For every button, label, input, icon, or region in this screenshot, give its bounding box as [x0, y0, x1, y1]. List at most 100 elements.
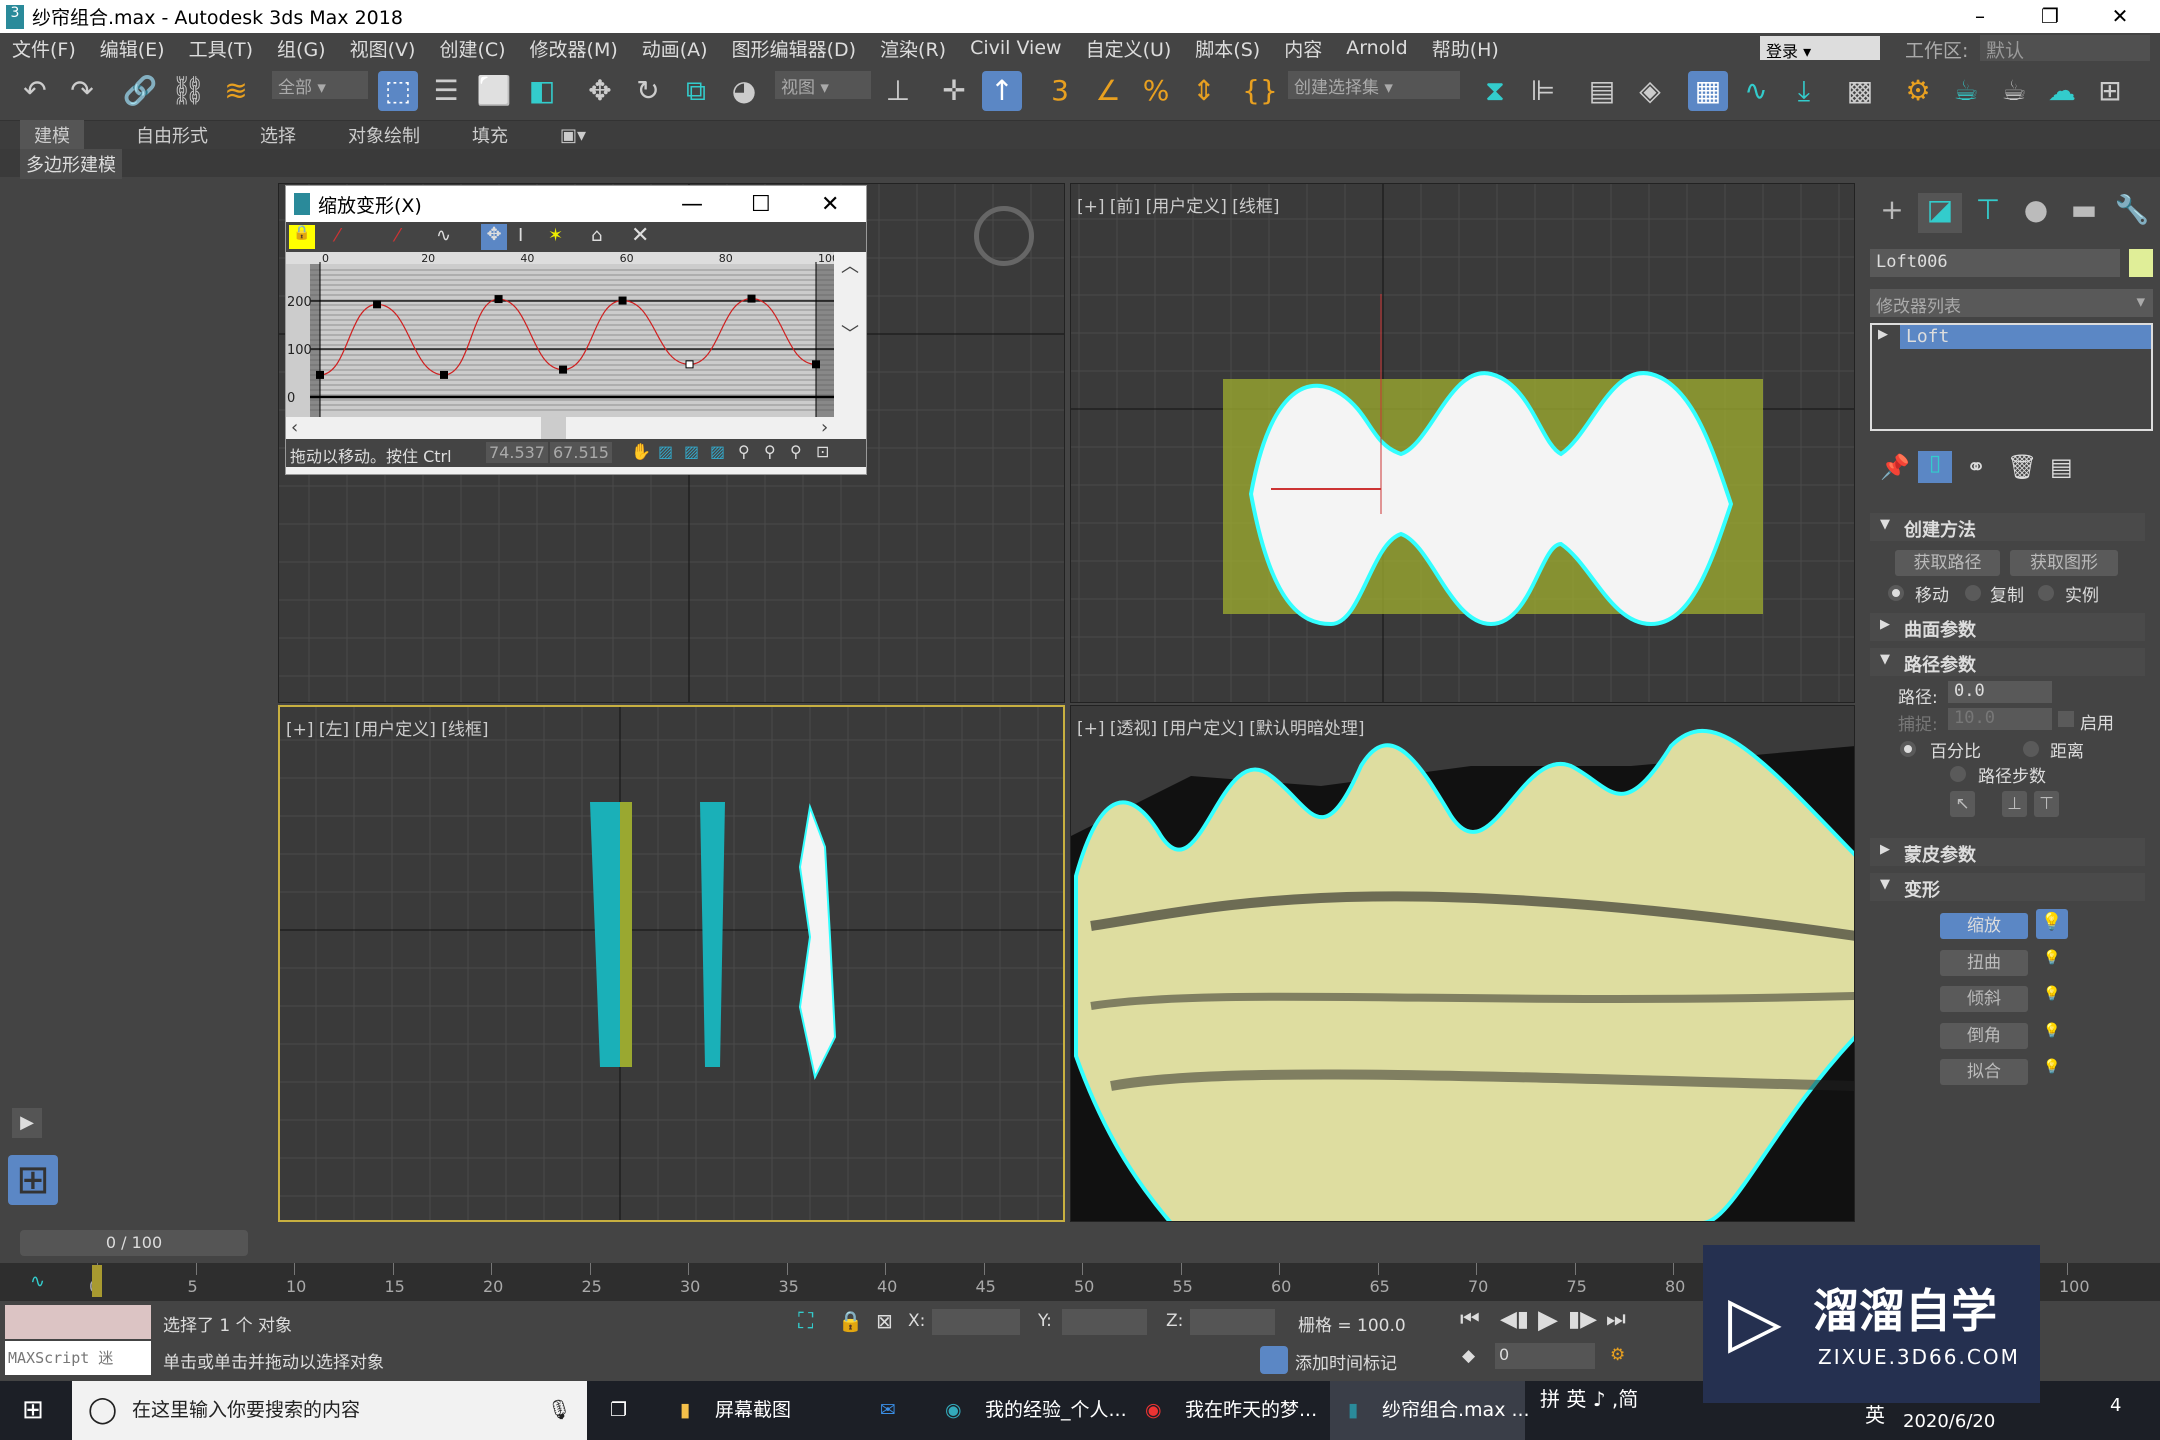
menu-customize[interactable]: 自定义(U) — [1086, 35, 1172, 62]
horizontal-scrollbar[interactable]: ‹ › — [286, 417, 866, 439]
ime-indicator[interactable]: 拼 英 ♪ ,简 — [1540, 1383, 1638, 1412]
link-icon[interactable]: 🔗 — [120, 71, 160, 111]
scale-control-point-icon[interactable]: I — [518, 225, 523, 246]
menu-views[interactable]: 视图(V) — [350, 35, 416, 62]
remove-modifier-icon[interactable]: 🗑 — [2007, 453, 2037, 481]
menu-modifiers[interactable]: 修改器(M) — [530, 35, 618, 62]
create-tab-icon[interactable]: + — [1870, 193, 1914, 233]
deform-bevel-button[interactable]: 倒角 — [1940, 1023, 2028, 1049]
previous-frame-icon[interactable]: ◀▮ — [1500, 1307, 1529, 1332]
dope-sheet-icon[interactable]: ⤓ — [1784, 71, 1824, 111]
select-object-icon[interactable]: ⬚ — [378, 71, 418, 111]
search-box[interactable]: ◯ 在这里输入你要搜索的内容 🎙 — [72, 1381, 587, 1440]
menu-graph-editors[interactable]: 图形编辑器(D) — [732, 35, 856, 62]
time-tag-icon[interactable] — [1260, 1346, 1288, 1374]
pick-shape-button[interactable]: ↖ — [1950, 791, 1975, 817]
percent-snap-icon[interactable]: % — [1136, 71, 1176, 111]
zoom-region-icon[interactable]: ⊡ — [816, 442, 829, 461]
display-xy-axes-icon[interactable]: ⁄ — [396, 225, 399, 246]
scene-explorer-icon[interactable]: ▤ — [1582, 71, 1622, 111]
configure-sets-icon[interactable]: ▤ — [2050, 453, 2073, 481]
clock-date[interactable]: 2020/6/20 — [1903, 1411, 1995, 1432]
get-path-button[interactable]: 获取路径 — [1895, 550, 2000, 576]
pin-stack-icon[interactable]: 📌 — [1880, 453, 1910, 481]
zoom-vertical-icon[interactable]: ⚲ — [764, 442, 776, 461]
select-by-name-icon[interactable]: ☰ — [426, 71, 466, 111]
named-selection-icon[interactable]: {} — [1240, 71, 1280, 111]
reset-curve-icon[interactable]: ✕ — [631, 223, 649, 248]
show-end-result-icon[interactable]: ▯ — [1918, 451, 1952, 483]
rollout-creation-method[interactable]: ▼ 创建方法 — [1870, 513, 2145, 541]
make-symmetrical-icon[interactable]: 🔒 — [289, 225, 315, 249]
workspace-dropdown[interactable]: 默认 — [1980, 35, 2150, 62]
fit-bulb-icon[interactable]: 💡 — [2043, 1059, 2060, 1075]
deform-fit-button[interactable]: 拟合 — [1940, 1059, 2028, 1085]
distance-radio[interactable] — [2023, 741, 2039, 757]
zoom-icon[interactable]: ⚲ — [790, 442, 802, 461]
go-to-start-icon[interactable]: ⏮ — [1460, 1307, 1480, 1332]
menu-animation[interactable]: 动画(A) — [642, 35, 708, 62]
menu-help[interactable]: 帮助(H) — [1432, 35, 1499, 62]
viewport-layout-icon[interactable]: ⊞ — [2090, 71, 2130, 111]
teeter-bulb-icon[interactable]: 💡 — [2043, 986, 2060, 1002]
curve-editor-icon[interactable]: ∿ — [1736, 71, 1776, 111]
undo-icon[interactable]: ↶ — [15, 71, 55, 111]
menu-create[interactable]: 创建(C) — [439, 35, 505, 62]
path-steps-radio[interactable] — [1950, 766, 1966, 782]
spinner-snap-icon[interactable]: ⇕ — [1184, 71, 1224, 111]
unlink-icon[interactable]: ⛓ — [168, 71, 208, 111]
scale-enable-bulb-icon[interactable]: 💡 — [2036, 909, 2068, 939]
utilities-tab-icon[interactable]: 🔧 — [2110, 193, 2154, 233]
swap-curves-icon[interactable]: ∿ — [436, 225, 451, 246]
expand-panel-button[interactable]: ▶ — [12, 1108, 42, 1138]
start-icon[interactable]: ⊞ — [22, 1381, 44, 1440]
curve-editor-mini-icon[interactable]: ∿ — [30, 1271, 45, 1292]
selection-lock-icon[interactable]: 🔒 — [838, 1309, 863, 1333]
rollout-skin-params[interactable]: ▶ 蒙皮参数 — [1870, 838, 2145, 866]
control-point[interactable] — [685, 360, 694, 369]
taskbar-app-browser[interactable]: 我的经验_个人... — [985, 1381, 1127, 1440]
stack-item-loft[interactable]: Loft — [1900, 325, 2151, 349]
viewport-front[interactable]: [+] [前] [用户定义] [线框] — [1070, 183, 1855, 703]
get-shape-button[interactable]: 获取图形 — [2010, 550, 2118, 576]
viewport-layout-tab-icon[interactable]: ⊞ — [8, 1155, 58, 1205]
deform-scale-button[interactable]: 缩放 — [1940, 913, 2028, 939]
control-point[interactable] — [316, 370, 324, 379]
tab-selection[interactable]: 选择 — [260, 122, 296, 148]
move-icon[interactable]: ✥ — [580, 71, 620, 111]
viewcube-icon[interactable] — [974, 206, 1034, 266]
control-point[interactable] — [559, 365, 568, 374]
rotate-icon[interactable]: ↻ — [628, 71, 668, 111]
next-shape-button[interactable]: ⊤ — [2034, 791, 2059, 817]
dialog-maximize-button[interactable]: ☐ — [751, 192, 771, 217]
pivot-center-icon[interactable]: ⊥ — [878, 71, 918, 111]
isolate-selection-icon[interactable]: ⛶ — [798, 1309, 813, 1334]
y-readout[interactable]: 67.515 — [550, 442, 612, 463]
bind-space-warp-icon[interactable]: ≋ — [216, 71, 256, 111]
render-icon[interactable]: ☕ — [1994, 71, 2034, 111]
copy-radio[interactable] — [1965, 585, 1981, 601]
display-x-axis-icon[interactable]: ⁄ — [336, 225, 339, 246]
x-coordinate-input[interactable] — [932, 1309, 1020, 1335]
viewport-label[interactable]: [+] [左] [用户定义] [线框] — [286, 715, 489, 740]
angle-snap-icon[interactable]: ∠ — [1088, 71, 1128, 111]
expand-icon[interactable]: ▶ — [1878, 327, 1888, 342]
render-setup-icon[interactable]: ⚙ — [1898, 71, 1938, 111]
tab-freeform[interactable]: 自由形式 — [136, 122, 208, 148]
vertical-scrollbar[interactable]: ︿ ﹀ — [834, 252, 866, 417]
snap-spinner[interactable]: 10.0 — [1948, 708, 2052, 730]
ribbon-options-icon[interactable]: ▣▾ — [560, 125, 586, 146]
close-button[interactable]: ✕ — [2090, 0, 2150, 33]
bevel-bulb-icon[interactable]: 💡 — [2043, 1023, 2060, 1039]
tab-modeling[interactable]: 建模 — [20, 120, 84, 150]
polygon-modeling-button[interactable]: 多边形建模 — [20, 149, 122, 179]
mail-icon[interactable]: ✉ — [880, 1381, 896, 1440]
control-point[interactable] — [747, 294, 756, 303]
menu-tools[interactable]: 工具(T) — [189, 35, 253, 62]
rollout-deformations[interactable]: ▼ 变形 — [1870, 873, 2145, 901]
zoom-extents-icon[interactable]: ▨ — [658, 442, 673, 461]
current-frame-spinner[interactable]: 0 — [1495, 1343, 1595, 1369]
dialog-close-button[interactable]: ✕ — [821, 192, 839, 217]
control-point[interactable] — [494, 295, 503, 304]
rollout-path-params[interactable]: ▼ 路径参数 — [1870, 648, 2145, 676]
